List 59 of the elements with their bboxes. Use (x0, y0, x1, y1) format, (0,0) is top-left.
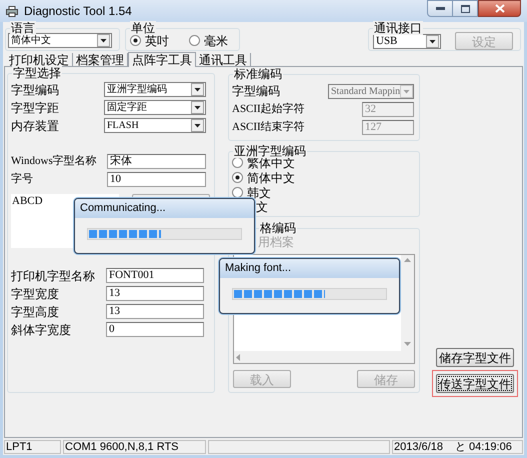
group-title: 字型选择 (12, 66, 62, 80)
input-field[interactable]: FONT001 (106, 268, 204, 283)
group-title: 通讯接口 (373, 21, 423, 35)
button[interactable]: 传送字型文件 (436, 374, 514, 393)
group-title: 格编码 (259, 221, 297, 235)
field-label: 字型高度 (11, 304, 60, 320)
horizontal-scrollbar[interactable] (234, 351, 401, 363)
dropdown[interactable]: USB (373, 34, 441, 48)
status-panel: COM1 9600,N,8,1 RTS (63, 440, 206, 454)
group-title: 语言 (10, 21, 36, 35)
input-field[interactable]: 宋体 (107, 154, 206, 169)
input-field[interactable]: 10 (107, 172, 206, 187)
dialog-title: Making font... (225, 261, 292, 276)
field-label: 字号 (11, 172, 34, 188)
radio-option[interactable]: 英吋 (130, 33, 169, 48)
maximize-button[interactable] (453, 0, 478, 17)
radio-option[interactable]: 毫米 (189, 33, 228, 48)
field-label: ASCII起始字符 (232, 102, 305, 117)
field-label: 字型编码 (232, 83, 280, 100)
group-title: 标准编码 (233, 67, 283, 81)
radio-icon[interactable] (232, 157, 243, 168)
field-label: 字型宽度 (11, 286, 60, 302)
field-label: Windows字型名称 (11, 154, 98, 170)
input-field[interactable]: 13 (106, 304, 204, 319)
radio-icon[interactable] (189, 35, 200, 46)
field-label: 斜体字宽度 (11, 322, 72, 338)
tab[interactable]: 通讯工具 (196, 53, 251, 66)
field-label: 字型字距 (11, 100, 60, 116)
radio-icon[interactable] (130, 35, 141, 46)
radio-icon[interactable] (232, 187, 243, 198)
radio-option[interactable]: 简体中文 (232, 170, 419, 185)
field-label: 字型编码 (11, 82, 60, 98)
input-field[interactable]: 0 (106, 322, 204, 337)
group-title: 单位 (130, 21, 156, 35)
button[interactable]: 储存字型文件 (436, 348, 514, 367)
minimize-button[interactable] (427, 0, 453, 17)
dropdown[interactable]: 固定字距 (104, 100, 206, 115)
input-field[interactable]: 13 (106, 286, 204, 301)
radio-option[interactable]: 繁体中文 (232, 155, 419, 170)
group-title: 亚洲字型编码 (233, 144, 307, 158)
dropdown[interactable]: 亚洲字型编码 (104, 82, 206, 97)
window-title: Diagnostic Tool 1.54 (24, 3, 132, 20)
field-label: 内存装置 (11, 118, 60, 134)
dropdown[interactable]: FLASH (104, 118, 206, 133)
dropdown[interactable]: 简体中文 (8, 33, 112, 48)
printer-icon (6, 6, 18, 16)
status-time: と 04:19:06 (454, 441, 512, 453)
close-icon (494, 4, 504, 13)
radio-icon[interactable] (232, 172, 243, 183)
radio-label: 文 (256, 200, 269, 215)
tab[interactable]: 点阵字工具 (128, 52, 196, 67)
status-date: 2013/6/18 (394, 441, 443, 453)
minimize-icon (436, 7, 444, 10)
close-button[interactable] (478, 0, 521, 17)
radio-option[interactable]: 韩文 (232, 185, 419, 200)
maximize-icon (460, 4, 470, 12)
status-panel: LPT1 (4, 440, 61, 454)
field-label: 打印机字型名称 (11, 268, 96, 284)
field-label: ASCII结束字符 (232, 120, 305, 135)
